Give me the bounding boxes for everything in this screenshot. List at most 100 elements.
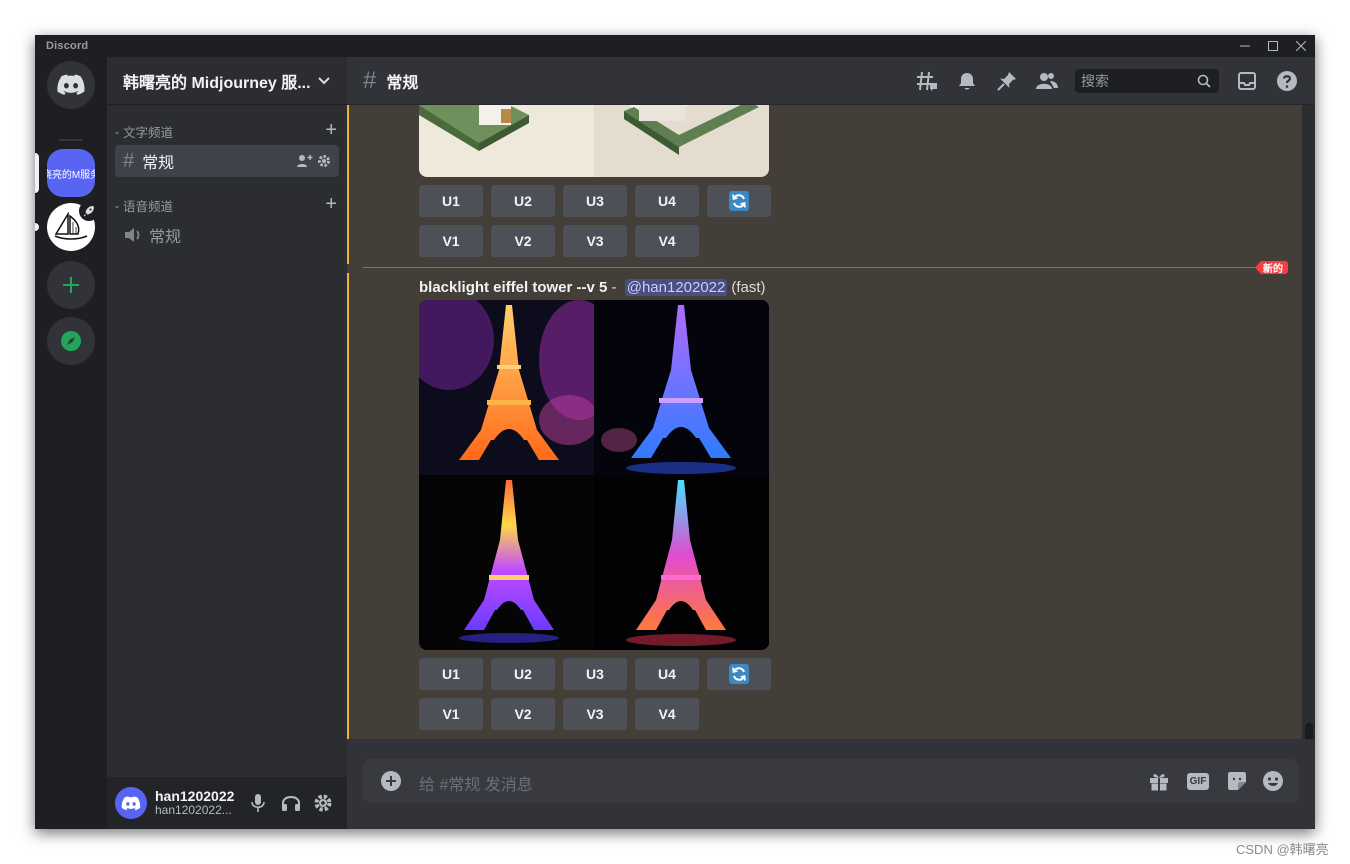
blacklight-eiffel-tower-image xyxy=(419,300,769,650)
new-messages-divider xyxy=(363,267,1283,268)
image-grid-eiffel[interactable] xyxy=(419,300,769,650)
voice-channel-general[interactable]: 常规 xyxy=(115,219,339,251)
minimize-icon xyxy=(1240,45,1250,47)
upscale-button-3[interactable]: U3 xyxy=(563,185,627,217)
chevron-down-icon: ⌄ xyxy=(113,125,121,136)
sticker-button[interactable] xyxy=(1225,769,1249,793)
sticker-icon xyxy=(1228,772,1246,790)
notifications-button[interactable] xyxy=(955,69,979,93)
upscale-button-2[interactable]: U2 xyxy=(491,658,555,690)
channel-label: 常规 xyxy=(149,229,182,246)
user-panel: han1202022 han1202022... xyxy=(107,777,347,829)
server-icon-label: 晓亮的M服务 xyxy=(47,169,95,181)
hashtag-icon: # xyxy=(123,149,135,172)
channel-item-general[interactable]: # 常规 xyxy=(115,145,339,177)
server-icon-midjourney-private[interactable]: 晓亮的M服务 xyxy=(47,149,95,197)
chevron-down-icon: ⌄ xyxy=(113,199,121,210)
user-status: han1202022... xyxy=(155,803,232,818)
variation-button-1[interactable]: V1 xyxy=(419,225,483,257)
minimize-button[interactable] xyxy=(1231,35,1259,57)
maximize-icon xyxy=(1268,41,1278,51)
discord-window: Discord 晓亮的M服务 xyxy=(35,35,1315,829)
message-input[interactable]: 给 #常规 发消息 GIF xyxy=(363,759,1299,803)
variation-button-4[interactable]: V4 xyxy=(635,698,699,730)
create-channel-icon[interactable]: + xyxy=(325,119,337,142)
compass-icon xyxy=(61,331,81,351)
search-placeholder: 搜索 xyxy=(1081,73,1109,89)
mode-text: (fast) xyxy=(731,278,766,296)
close-icon xyxy=(1296,41,1306,51)
home-button[interactable] xyxy=(47,61,95,109)
image-grid-previous[interactable] xyxy=(419,105,769,177)
reroll-button[interactable] xyxy=(707,658,771,690)
gift-button[interactable] xyxy=(1147,769,1171,793)
gear-icon[interactable] xyxy=(313,793,333,813)
title-bar: Discord xyxy=(35,35,1315,57)
variation-button-1[interactable]: V1 xyxy=(419,698,483,730)
member-list-button[interactable] xyxy=(1035,69,1059,93)
user-info[interactable]: han1202022 han1202022... xyxy=(155,788,234,818)
pinned-messages-button[interactable] xyxy=(995,69,1019,93)
threads-icon xyxy=(917,71,937,91)
create-channel-icon[interactable]: + xyxy=(325,193,337,216)
threads-button[interactable] xyxy=(915,69,939,93)
search-input[interactable]: 搜索 xyxy=(1075,69,1219,93)
emoji-icon xyxy=(1263,771,1283,791)
plus-circle-icon xyxy=(381,771,401,791)
message-header: blacklight eiffel tower --v 5 - @han1202… xyxy=(419,277,766,297)
server-name: 韩曙亮的 Midjourney 服... xyxy=(123,74,311,92)
refresh-icon xyxy=(729,664,749,684)
bell-icon xyxy=(959,73,975,90)
explore-servers-button[interactable] xyxy=(47,317,95,365)
upscale-button-2[interactable]: U2 xyxy=(491,185,555,217)
close-button[interactable] xyxy=(1287,35,1315,57)
variation-button-4[interactable]: V4 xyxy=(635,225,699,257)
members-icon xyxy=(1036,73,1058,89)
scrollbar-track[interactable] xyxy=(1302,105,1315,739)
server-icon-midjourney[interactable] xyxy=(47,201,99,251)
upscale-button-3[interactable]: U3 xyxy=(563,658,627,690)
variation-button-3[interactable]: V3 xyxy=(563,225,627,257)
highlight-bar xyxy=(347,105,349,264)
plus-icon xyxy=(63,277,79,293)
separator-text: - xyxy=(607,278,621,296)
microphone-icon[interactable] xyxy=(249,793,267,813)
headphones-icon[interactable] xyxy=(281,793,301,813)
user-mention[interactable]: @han1202022 xyxy=(624,278,728,296)
emoji-button[interactable] xyxy=(1261,769,1285,793)
chat-area: # 常规 搜索 U1 U2 U3 U4 V1 V2 V3 V4 新的 black… xyxy=(347,57,1315,829)
upscale-button-1[interactable]: U1 xyxy=(419,185,483,217)
variation-button-3[interactable]: V3 xyxy=(563,698,627,730)
hashtag-icon: # xyxy=(363,66,377,94)
avatar[interactable] xyxy=(115,787,147,819)
maximize-button[interactable] xyxy=(1259,35,1287,57)
upscale-button-4[interactable]: U4 xyxy=(635,658,699,690)
gift-icon xyxy=(1150,774,1168,791)
server-header[interactable]: 韩曙亮的 Midjourney 服... xyxy=(107,57,347,105)
add-server-button[interactable] xyxy=(47,261,95,309)
variation-button-2[interactable]: V2 xyxy=(491,225,555,257)
discord-logo-icon xyxy=(57,74,85,95)
category-voice-channels[interactable]: ⌄ 语音频道 + xyxy=(111,193,343,216)
highlight-bar xyxy=(347,273,349,739)
username: han1202022 xyxy=(155,788,235,805)
upscale-button-1[interactable]: U1 xyxy=(419,658,483,690)
app-title: Discord xyxy=(46,40,89,52)
prompt-text: blacklight eiffel tower --v 5 xyxy=(419,278,608,296)
invite-member-icon[interactable] xyxy=(297,154,313,168)
variation-button-2[interactable]: V2 xyxy=(491,698,555,730)
help-button[interactable] xyxy=(1275,69,1299,93)
boost-badge xyxy=(79,201,99,221)
channel-header: # 常规 搜索 xyxy=(347,57,1315,105)
gif-button[interactable]: GIF xyxy=(1185,769,1211,793)
reroll-button[interactable] xyxy=(707,185,771,217)
attach-button[interactable] xyxy=(379,769,403,793)
upscale-button-4[interactable]: U4 xyxy=(635,185,699,217)
help-icon xyxy=(1277,71,1297,91)
message-list: U1 U2 U3 U4 V1 V2 V3 V4 新的 blacklight ei… xyxy=(347,105,1302,739)
inbox-button[interactable] xyxy=(1235,69,1259,93)
gear-icon[interactable] xyxy=(317,154,331,168)
selected-server-pill xyxy=(35,153,39,193)
unread-pill xyxy=(35,223,39,231)
category-text-channels[interactable]: ⌄ 文字频道 + xyxy=(111,119,343,142)
